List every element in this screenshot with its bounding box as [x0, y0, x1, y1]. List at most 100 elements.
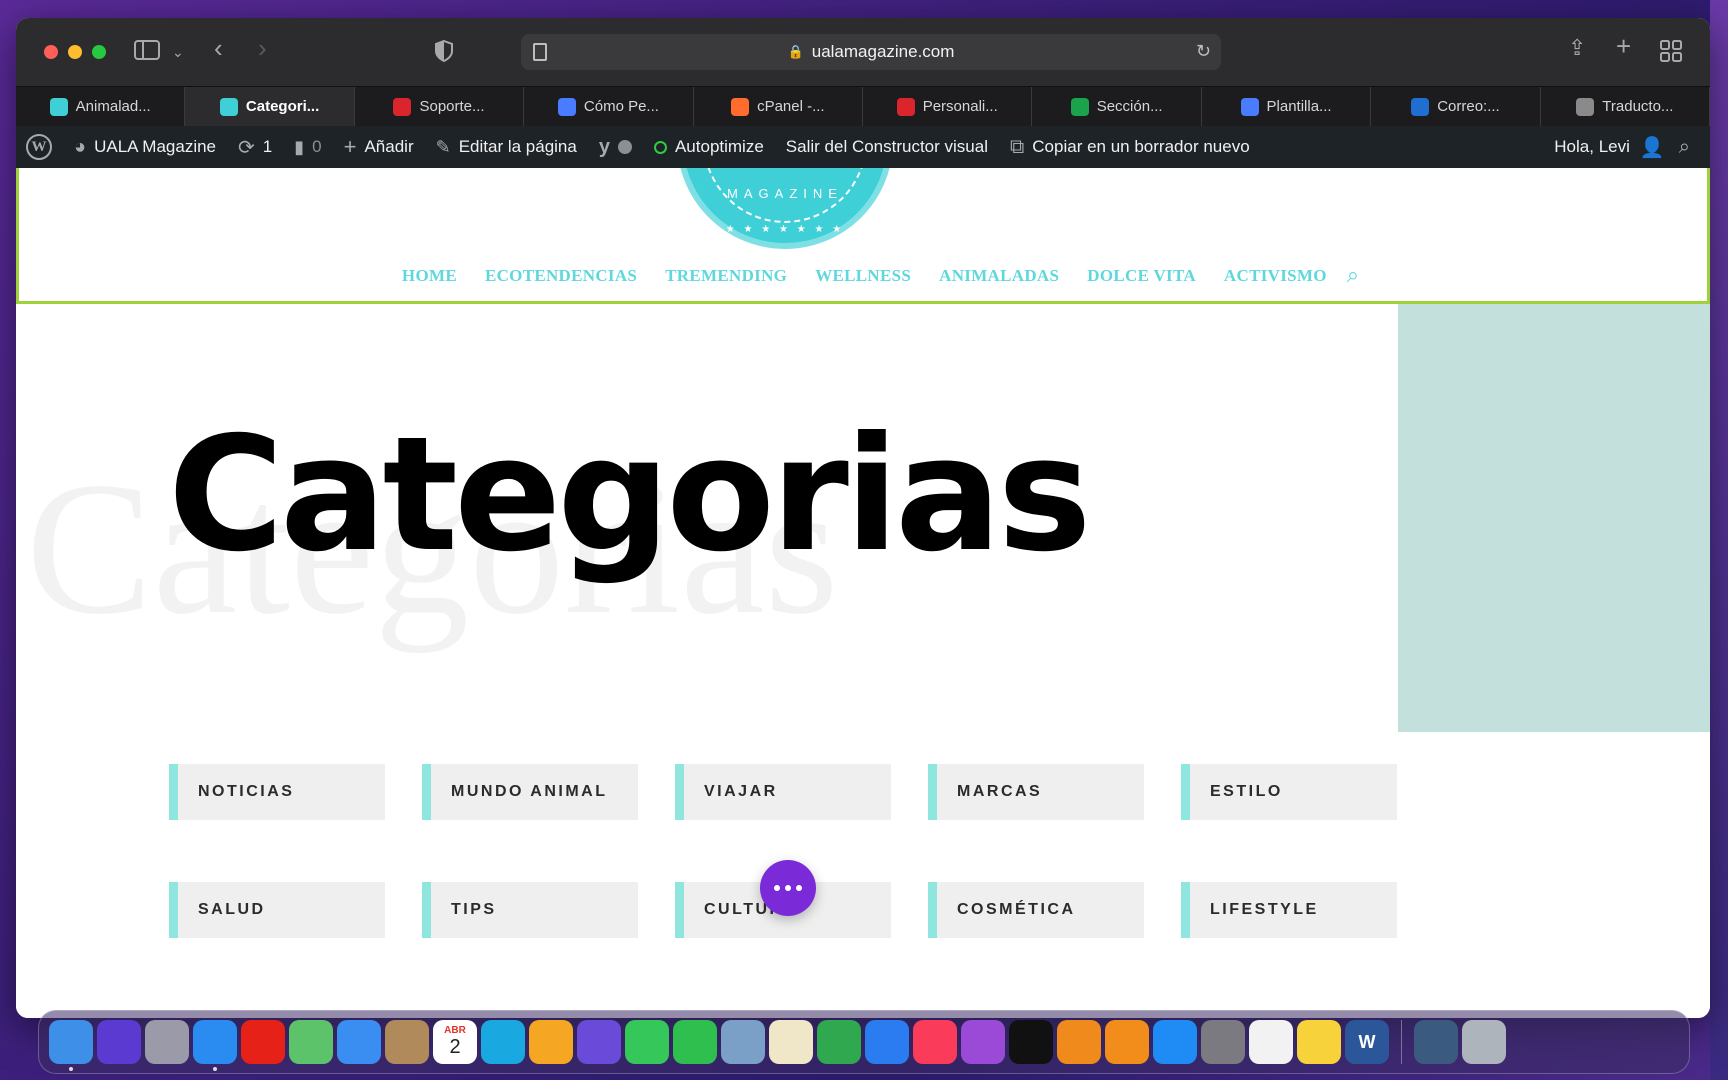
- exit-visual-builder-link[interactable]: Salir del Constructor visual: [786, 137, 988, 157]
- privacy-shield-icon[interactable]: [434, 39, 454, 66]
- nav-item-ecotendencias[interactable]: ECOTENDENCIAS: [485, 266, 637, 286]
- nav-item-activismo[interactable]: ACTIVISMO: [1224, 266, 1327, 286]
- pages-icon[interactable]: [1057, 1020, 1101, 1064]
- browser-tab[interactable]: cPanel -...: [694, 87, 864, 126]
- books-icon[interactable]: [1105, 1020, 1149, 1064]
- browser-tab[interactable]: Sección...: [1032, 87, 1202, 126]
- category-button[interactable]: LIFESTYLE: [1181, 882, 1397, 938]
- copy-to-draft-link[interactable]: ⧉ Copiar en un borrador nuevo: [1010, 136, 1250, 159]
- address-bar[interactable]: 🔒 ualamagazine.com ↻: [521, 34, 1221, 70]
- tab-label: Animalad...: [75, 98, 151, 115]
- siri-icon[interactable]: [97, 1020, 141, 1064]
- preview-icon[interactable]: [721, 1020, 765, 1064]
- messages-icon[interactable]: [625, 1020, 669, 1064]
- youtube-icon[interactable]: [241, 1020, 285, 1064]
- tab-label: Personali...: [922, 98, 998, 115]
- forward-button[interactable]: ›: [258, 35, 267, 61]
- word-icon[interactable]: W: [1345, 1020, 1389, 1064]
- account-menu[interactable]: Hola, Levi 👤: [1554, 135, 1665, 160]
- browser-tab[interactable]: Animalad...: [16, 87, 186, 126]
- imovie-icon[interactable]: [577, 1020, 621, 1064]
- browser-tab[interactable]: Categori...: [185, 87, 355, 126]
- contacts-icon[interactable]: [385, 1020, 429, 1064]
- tab-label: Cómo Pe...: [583, 98, 659, 115]
- music-icon[interactable]: [913, 1020, 957, 1064]
- uala-favicon: [49, 97, 68, 116]
- minimize-window-button[interactable]: [68, 45, 82, 59]
- reminders-icon[interactable]: [1249, 1020, 1293, 1064]
- side-color-panel: [1398, 304, 1710, 732]
- seo-status-icon: [617, 140, 632, 154]
- yoast-icon: y: [598, 135, 610, 158]
- app-store-icon[interactable]: [1153, 1020, 1197, 1064]
- canva-icon[interactable]: [481, 1020, 525, 1064]
- system-preferences-icon[interactable]: [1201, 1020, 1245, 1064]
- autoptimize-menu[interactable]: Autoptimize: [653, 137, 764, 157]
- launchpad-icon[interactable]: [145, 1020, 189, 1064]
- reader-view-icon[interactable]: [533, 43, 547, 61]
- user-avatar-icon: 👤: [1639, 136, 1665, 159]
- numbers-icon[interactable]: [817, 1020, 861, 1064]
- yoast-menu[interactable]: y: [599, 136, 632, 159]
- browser-tab[interactable]: Personali...: [863, 87, 1033, 126]
- wp-admin-bar: W ◕ UALA Magazine ⟳ 1 ▮ 0 + Añadir ✎ Edi…: [16, 126, 1710, 168]
- sidebar-toggle-icon[interactable]: [134, 40, 160, 64]
- notes-icon[interactable]: [1297, 1020, 1341, 1064]
- textedit-icon[interactable]: [769, 1020, 813, 1064]
- nav-search-icon[interactable]: ⌕: [1347, 264, 1359, 286]
- quicktime-icon[interactable]: [1414, 1020, 1458, 1064]
- adminbar-search-icon[interactable]: ⌕: [1679, 136, 1690, 159]
- comments-count: 0: [312, 137, 322, 156]
- share-icon[interactable]: ⇪: [1568, 37, 1586, 59]
- finder-icon[interactable]: [49, 1020, 93, 1071]
- comments-menu[interactable]: ▮ 0: [294, 137, 321, 158]
- tab-label: Soporte...: [419, 98, 485, 115]
- site-logo[interactable]: MAGAZINE ★ ★ ★ ★ ★ ★ ★: [677, 168, 893, 249]
- add-new-menu[interactable]: + Añadir: [344, 134, 414, 160]
- close-window-button[interactable]: [44, 45, 58, 59]
- browser-tab[interactable]: Traducto...: [1541, 87, 1710, 126]
- category-button[interactable]: TIPS: [422, 882, 638, 938]
- safari-icon[interactable]: [193, 1020, 237, 1071]
- browser-tab[interactable]: Correo:...: [1371, 87, 1541, 126]
- copy-draft-label: Copiar en un borrador nuevo: [1032, 137, 1250, 156]
- browser-tab[interactable]: Plantilla...: [1202, 87, 1372, 126]
- browser-tab[interactable]: Soporte...: [355, 87, 525, 126]
- nav-item-dolce-vita[interactable]: DOLCE VITA: [1087, 266, 1196, 286]
- updates-menu[interactable]: ⟳ 1: [238, 135, 272, 160]
- maps-icon[interactable]: [289, 1020, 333, 1064]
- category-button[interactable]: COSMÉTICA: [928, 882, 1144, 938]
- photos-icon[interactable]: [529, 1020, 573, 1064]
- facetime-icon[interactable]: [673, 1020, 717, 1064]
- trash-icon[interactable]: [1462, 1020, 1506, 1064]
- mail-icon[interactable]: [337, 1020, 381, 1064]
- zoom-window-button[interactable]: [92, 45, 106, 59]
- category-button[interactable]: SALUD: [169, 882, 385, 938]
- site-name-menu[interactable]: ◕ UALA Magazine: [74, 136, 216, 159]
- nav-item-wellness[interactable]: WELLNESS: [815, 266, 911, 286]
- apple-tv-icon[interactable]: [1009, 1020, 1053, 1064]
- builder-settings-button[interactable]: [760, 860, 816, 916]
- new-tab-icon[interactable]: +: [1616, 33, 1631, 59]
- keynote-icon[interactable]: [865, 1020, 909, 1064]
- wordpress-menu[interactable]: W: [26, 134, 52, 160]
- category-button[interactable]: VIAJAR: [675, 764, 891, 820]
- nav-item-tremending[interactable]: TREMENDING: [665, 266, 787, 286]
- browser-tab[interactable]: Cómo Pe...: [524, 87, 694, 126]
- category-button[interactable]: NOTICIAS: [169, 764, 385, 820]
- nav-item-animaladas[interactable]: ANIMALADAS: [939, 266, 1059, 286]
- back-button[interactable]: ‹: [214, 35, 223, 61]
- adminbar-right: Hola, Levi 👤 ⌕: [1554, 126, 1690, 168]
- tab-label: Correo:...: [1437, 98, 1500, 115]
- nav-item-home[interactable]: HOME: [402, 266, 457, 286]
- chevron-down-icon[interactable]: ⌄: [172, 42, 184, 62]
- category-button[interactable]: MARCAS: [928, 764, 1144, 820]
- category-button[interactable]: ESTILO: [1181, 764, 1397, 820]
- reload-icon[interactable]: ↻: [1196, 41, 1211, 62]
- category-button[interactable]: MUNDO ANIMAL: [422, 764, 638, 820]
- podcasts-icon[interactable]: [961, 1020, 1005, 1064]
- tab-overview-icon[interactable]: [1660, 40, 1682, 66]
- edit-page-link[interactable]: ✎ Editar la página: [436, 137, 577, 158]
- calendar-icon[interactable]: ABR 2: [433, 1020, 477, 1064]
- autoptimize-label: Autoptimize: [674, 137, 764, 156]
